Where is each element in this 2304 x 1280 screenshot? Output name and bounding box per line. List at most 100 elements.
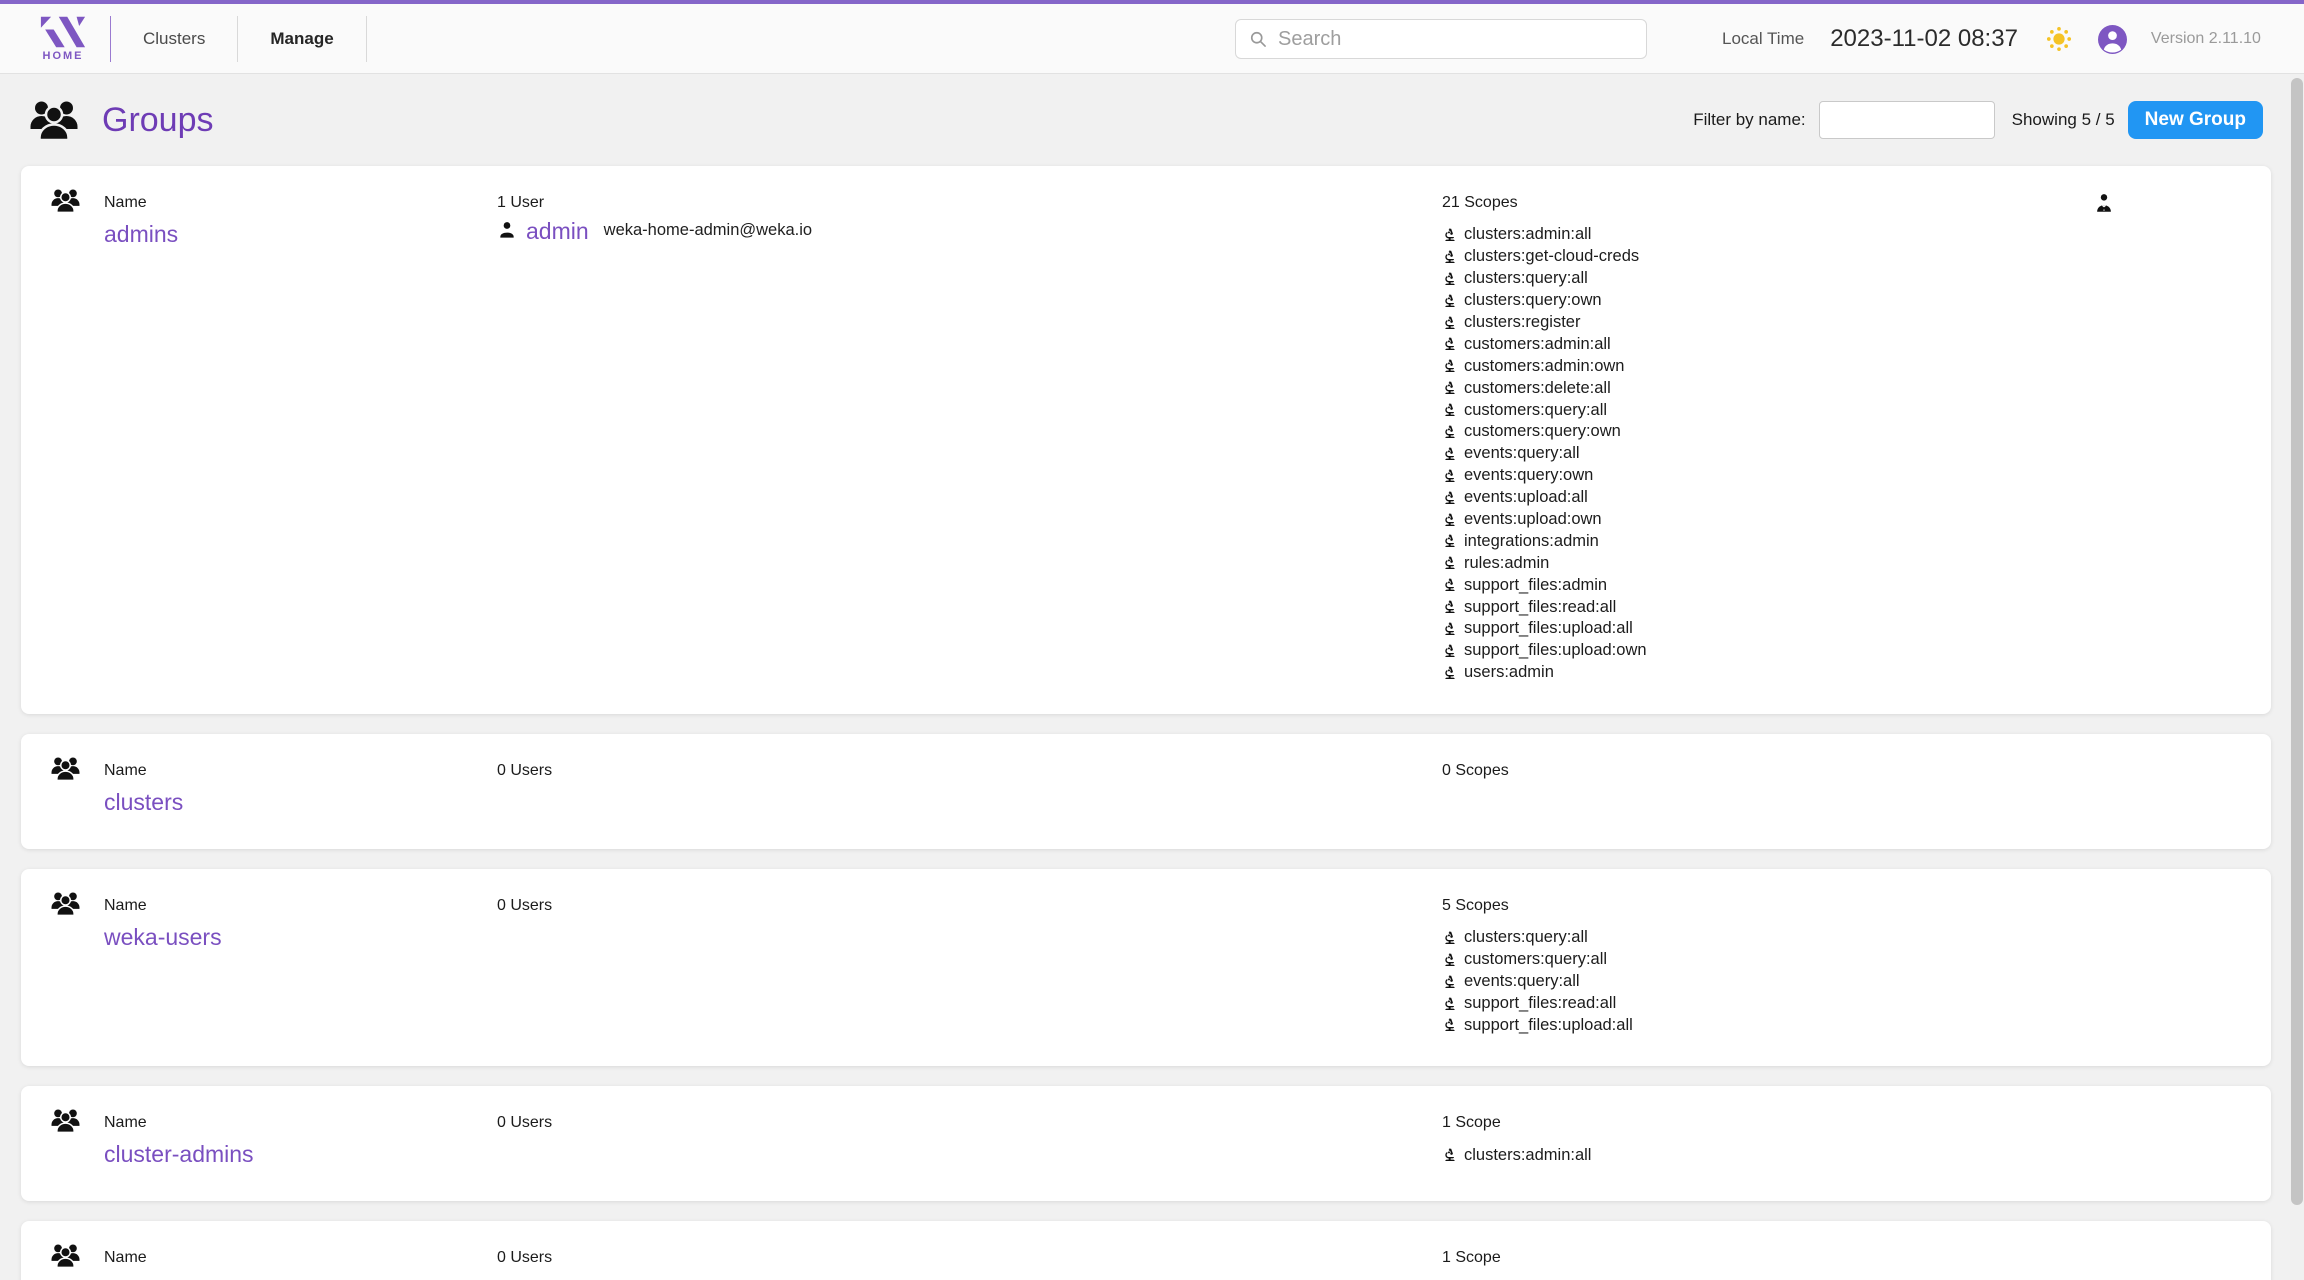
scope-icon bbox=[1442, 1017, 1458, 1033]
scope-label: customers:admin:own bbox=[1464, 357, 1624, 376]
group-name-link[interactable]: cluster-admins bbox=[104, 1141, 254, 1168]
users-count-label: 0 Users bbox=[497, 1114, 552, 1132]
scopes-count-label: 1 Scope bbox=[1442, 1114, 1591, 1132]
scope-label: events:upload:own bbox=[1464, 510, 1602, 529]
group-icon bbox=[51, 1243, 80, 1268]
scope-row: customers:admin:all bbox=[1442, 333, 1647, 355]
group-name-link[interactable]: admins bbox=[104, 221, 178, 248]
name-label: Name bbox=[104, 1114, 254, 1132]
scope-label: clusters:query:all bbox=[1464, 928, 1588, 947]
scope-row: support_files:upload:all bbox=[1442, 618, 1647, 640]
search-input[interactable] bbox=[1278, 28, 1634, 51]
user-email: weka-home-admin@weka.io bbox=[604, 221, 812, 243]
group-name-link[interactable]: clusters bbox=[104, 789, 183, 816]
users-count-label: 0 Users bbox=[497, 1249, 552, 1267]
scope-row: clusters:get-cloud-creds bbox=[1442, 246, 1647, 268]
scope-icon bbox=[1442, 1147, 1458, 1163]
global-search bbox=[1235, 19, 1647, 59]
scope-label: events:query:own bbox=[1464, 466, 1593, 485]
scope-label: support_files:admin bbox=[1464, 576, 1607, 595]
scope-label: support_files:upload:own bbox=[1464, 641, 1647, 660]
local-time-label: Local Time bbox=[1722, 29, 1804, 49]
page-header: Groups Filter by name: Showing 5 / 5 New… bbox=[0, 74, 2304, 166]
scope-list: clusters:query:all customers:query:all eve… bbox=[1442, 927, 1633, 1036]
name-label: Name bbox=[104, 194, 178, 212]
scope-row: support_files:upload:own bbox=[1442, 640, 1647, 662]
nav-item-manage[interactable]: Manage bbox=[238, 6, 365, 72]
scope-row: customers:query:all bbox=[1442, 949, 1633, 971]
scope-row: events:upload:all bbox=[1442, 487, 1647, 509]
scope-row: rules:admin bbox=[1442, 552, 1647, 574]
filter-by-name-input[interactable] bbox=[1819, 101, 1995, 139]
user-avatar-icon[interactable] bbox=[2098, 25, 2127, 54]
new-group-button[interactable]: New Group bbox=[2128, 101, 2263, 139]
weka-logo-icon bbox=[38, 15, 88, 49]
scope-row: integrations:admin bbox=[1442, 530, 1647, 552]
users-count-label: 1 User bbox=[497, 194, 812, 212]
scope-icon bbox=[1442, 996, 1458, 1012]
page-title: Groups bbox=[102, 101, 214, 140]
scope-label: support_files:upload:all bbox=[1464, 1016, 1633, 1035]
scope-icon bbox=[1442, 577, 1458, 593]
users-count-label: 0 Users bbox=[497, 762, 552, 780]
scope-icon bbox=[1442, 468, 1458, 484]
scope-icon bbox=[1442, 621, 1458, 637]
scopes-count-label: 21 Scopes bbox=[1442, 194, 1647, 212]
scope-icon bbox=[1442, 599, 1458, 615]
scopes-count-label: 5 Scopes bbox=[1442, 897, 1633, 915]
version-label: Version 2.11.10 bbox=[2151, 30, 2261, 48]
user-row: admin weka-home-admin@weka.io bbox=[497, 220, 812, 243]
scope-row: clusters:query:all bbox=[1442, 927, 1633, 949]
scope-icon bbox=[1442, 665, 1458, 681]
users-count-label: 0 Users bbox=[497, 897, 552, 915]
scope-label: clusters:query:own bbox=[1464, 291, 1602, 310]
scope-icon bbox=[1442, 336, 1458, 352]
scope-icon bbox=[1442, 315, 1458, 331]
scope-icon bbox=[1442, 380, 1458, 396]
groups-page-icon bbox=[29, 99, 79, 141]
scope-label: clusters:admin:all bbox=[1464, 1146, 1591, 1165]
group-name-link[interactable]: weka-users bbox=[104, 924, 222, 951]
scope-icon bbox=[1442, 512, 1458, 528]
scope-label: support_files:read:all bbox=[1464, 598, 1616, 617]
scope-label: clusters:register bbox=[1464, 313, 1580, 332]
scope-icon bbox=[1442, 643, 1458, 659]
scope-icon bbox=[1442, 358, 1458, 374]
nav-item-clusters[interactable]: Clusters bbox=[111, 6, 237, 72]
scope-row: events:query:all bbox=[1442, 971, 1633, 993]
top-navbar: HOME Clusters Manage Local Time 2023-11-… bbox=[0, 0, 2304, 74]
scope-label: customers:query:all bbox=[1464, 950, 1607, 969]
scope-row: support_files:read:all bbox=[1442, 596, 1647, 618]
group-card: Name weka-users 0 Users 5 Scopes cluster… bbox=[21, 869, 2271, 1067]
scopes-count-label: 0 Scopes bbox=[1442, 762, 1509, 780]
scrollbar-track[interactable] bbox=[2290, 74, 2304, 1280]
theme-toggle-sun-icon[interactable] bbox=[2046, 26, 2072, 52]
scope-icon bbox=[1442, 490, 1458, 506]
user-name-link[interactable]: admin bbox=[526, 220, 589, 243]
scope-row: users:admin bbox=[1442, 662, 1647, 684]
scope-row: events:query:own bbox=[1442, 465, 1647, 487]
scope-row: customers:query:own bbox=[1442, 421, 1647, 443]
scope-list: clusters:admin:allclusters:get-cloud-cre… bbox=[1442, 224, 1647, 684]
group-icon bbox=[51, 891, 80, 916]
scope-label: support_files:read:all bbox=[1464, 994, 1616, 1013]
scope-label: events:query:all bbox=[1464, 444, 1580, 463]
scrollbar-thumb[interactable] bbox=[2291, 78, 2303, 1205]
scope-icon bbox=[1442, 930, 1458, 946]
scope-row: clusters:query:own bbox=[1442, 290, 1647, 312]
scope-label: customers:query:own bbox=[1464, 422, 1621, 441]
local-time-value: 2023-11-02 08:37 bbox=[1830, 25, 2018, 53]
scope-label: users:admin bbox=[1464, 663, 1554, 682]
scope-label: clusters:query:all bbox=[1464, 269, 1588, 288]
filter-by-name-label: Filter by name: bbox=[1693, 110, 1805, 130]
scopes-count-label: 1 Scope bbox=[1442, 1249, 1599, 1267]
scope-icon bbox=[1442, 293, 1458, 309]
weka-home-logo[interactable]: HOME bbox=[36, 15, 90, 62]
scope-label: customers:admin:all bbox=[1464, 335, 1611, 354]
scope-label: rules:admin bbox=[1464, 554, 1549, 573]
groups-list: Name admins 1 User admin weka-home-admin… bbox=[0, 166, 2304, 1280]
scope-icon bbox=[1442, 555, 1458, 571]
scope-label: customers:query:all bbox=[1464, 401, 1607, 420]
scope-row: events:upload:own bbox=[1442, 509, 1647, 531]
scope-row: customers:delete:all bbox=[1442, 377, 1647, 399]
